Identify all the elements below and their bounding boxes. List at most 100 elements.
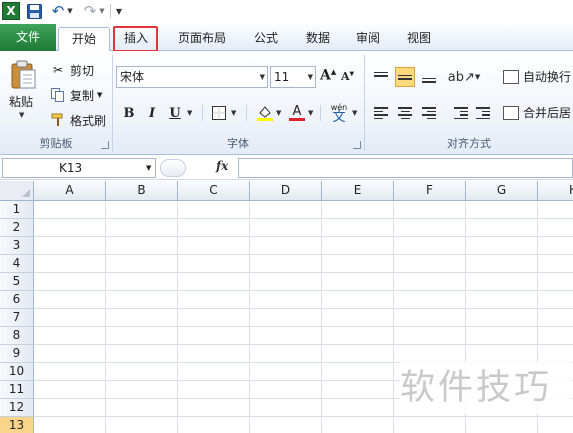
- customize-qat-icon[interactable]: ▼: [114, 2, 124, 20]
- fill-color-dropdown-icon[interactable]: ▼: [276, 109, 281, 117]
- column-header-f[interactable]: F: [394, 181, 466, 201]
- column-header-g[interactable]: G: [466, 181, 538, 201]
- font-launcher-icon[interactable]: [353, 141, 361, 149]
- column-header-e[interactable]: E: [322, 181, 394, 201]
- save-icon[interactable]: [26, 2, 42, 20]
- redo-dropdown-icon[interactable]: ▼: [98, 2, 106, 20]
- column-header-b[interactable]: B: [106, 181, 178, 201]
- shrink-font-icon[interactable]: A▼: [341, 70, 354, 83]
- orientation-icon[interactable]: ab↗ ▼: [448, 67, 481, 87]
- align-right-icon[interactable]: [419, 103, 439, 123]
- decrease-indent-icon[interactable]: [451, 103, 471, 123]
- row-header-3[interactable]: 3: [0, 237, 34, 255]
- row-header-8[interactable]: 8: [0, 327, 34, 345]
- fill-color-icon[interactable]: [256, 103, 274, 123]
- formula-input[interactable]: [238, 158, 573, 178]
- phonetic-dropdown-icon[interactable]: ▼: [352, 109, 357, 117]
- borders-dropdown-icon[interactable]: ▼: [231, 109, 236, 117]
- copy-icon: [50, 87, 66, 103]
- align-center-icon[interactable]: [395, 103, 415, 123]
- row-gridline: [34, 218, 573, 219]
- tab-home[interactable]: 开始: [58, 27, 110, 52]
- tab-page-layout[interactable]: 页面布局: [170, 27, 234, 51]
- font-name-select[interactable]: 宋体 ▼: [116, 66, 268, 88]
- format-painter-label: 格式刷: [70, 113, 107, 128]
- align-left-icon[interactable]: [371, 103, 391, 123]
- undo-icon[interactable]: ↶: [50, 2, 66, 20]
- column-header-c[interactable]: C: [178, 181, 250, 201]
- ribbon-tabs: 文件 开始 插入 页面布局 公式 数据 审阅 视图: [0, 24, 573, 52]
- chevron-down-icon[interactable]: ▼: [308, 67, 313, 87]
- excel-icon[interactable]: X: [2, 2, 20, 20]
- insert-function-button[interactable]: fx: [216, 159, 228, 173]
- redo-icon[interactable]: ↷: [82, 2, 98, 20]
- grow-font-icon[interactable]: A▲: [320, 67, 336, 84]
- row-header-9[interactable]: 9: [0, 345, 34, 363]
- font-size-select[interactable]: 11 ▼: [270, 66, 316, 88]
- clipboard-group-label: 剪贴板: [39, 137, 73, 150]
- format-divider: [320, 105, 321, 121]
- row-header-5[interactable]: 5: [0, 273, 34, 291]
- copy-dropdown-icon[interactable]: ▼: [97, 91, 102, 99]
- tab-data[interactable]: 数据: [296, 27, 340, 51]
- column-header-a[interactable]: A: [34, 181, 106, 201]
- row-header-11[interactable]: 11: [0, 381, 34, 399]
- name-box[interactable]: K13: [2, 158, 156, 178]
- format-painter-button[interactable]: 格式刷: [50, 110, 106, 130]
- row-gridline: [34, 344, 573, 345]
- select-all-button[interactable]: [0, 181, 34, 201]
- italic-button[interactable]: I: [143, 103, 161, 123]
- font-size-value: 11: [274, 70, 290, 84]
- clipboard-launcher-icon[interactable]: [101, 141, 109, 149]
- row-header-6[interactable]: 6: [0, 291, 34, 309]
- formula-bar-resize-handle[interactable]: [160, 159, 186, 177]
- tab-formulas[interactable]: 公式: [244, 27, 288, 51]
- font-group: 宋体 ▼ 11 ▼ A▲ A▼ B I U ▼ ▼ ▼ A ▼ wén 文 ▼ …: [112, 53, 364, 153]
- row-header-10[interactable]: 10: [0, 363, 34, 381]
- phonetic-guide-icon[interactable]: wén 文: [328, 103, 350, 124]
- bold-button[interactable]: B: [120, 103, 138, 123]
- row-header-1[interactable]: 1: [0, 201, 34, 219]
- watermark-text: 软件技巧: [400, 362, 572, 414]
- tab-insert[interactable]: 插入: [114, 27, 158, 51]
- font-color-icon[interactable]: A: [288, 103, 306, 123]
- row-header-12[interactable]: 12: [0, 399, 34, 417]
- row-header-7[interactable]: 7: [0, 309, 34, 327]
- tab-file[interactable]: 文件: [0, 24, 56, 51]
- align-top-icon[interactable]: [371, 67, 391, 87]
- wrap-text-button[interactable]: 自动换行: [503, 68, 571, 85]
- copy-button[interactable]: 复制 ▼: [50, 85, 102, 105]
- clipboard-group: 粘贴 ▼ ✂ 剪切 复制 ▼ 格式刷 剪贴板: [0, 53, 112, 153]
- align-middle-icon[interactable]: [395, 67, 415, 87]
- underline-dropdown-icon[interactable]: ▼: [187, 109, 192, 117]
- column-header-h[interactable]: H: [538, 181, 573, 201]
- tab-view[interactable]: 视图: [397, 27, 441, 51]
- paste-dropdown-icon[interactable]: ▼: [19, 111, 24, 119]
- cut-button[interactable]: ✂ 剪切: [50, 60, 94, 80]
- align-bottom-icon[interactable]: [419, 67, 439, 87]
- merge-center-button[interactable]: 合并后居: [503, 104, 571, 121]
- borders-icon[interactable]: [210, 103, 228, 123]
- paste-button[interactable]: 粘贴: [9, 93, 33, 110]
- increase-indent-icon[interactable]: [473, 103, 493, 123]
- font-color-dropdown-icon[interactable]: ▼: [308, 109, 313, 117]
- column-header-d[interactable]: D: [250, 181, 322, 201]
- row-header-13[interactable]: 13: [0, 417, 34, 433]
- undo-dropdown-icon[interactable]: ▼: [66, 2, 74, 20]
- row-header-2[interactable]: 2: [0, 219, 34, 237]
- row-gridline: [34, 254, 573, 255]
- merge-center-icon: [503, 105, 519, 120]
- row-gridline: [34, 290, 573, 291]
- format-divider: [202, 105, 203, 121]
- underline-button[interactable]: U: [166, 103, 184, 123]
- name-box-dropdown-icon[interactable]: ▼: [146, 164, 151, 172]
- tab-review[interactable]: 审阅: [346, 27, 390, 51]
- ribbon-home: 粘贴 ▼ ✂ 剪切 复制 ▼ 格式刷 剪贴板 宋体 ▼ 11 ▼ A▲ A▼ B…: [0, 51, 573, 155]
- qat-divider: [110, 4, 111, 18]
- paste-icon[interactable]: [10, 60, 38, 90]
- row-gridline: [34, 416, 573, 417]
- chevron-down-icon[interactable]: ▼: [260, 67, 265, 87]
- merge-center-label: 合并后居: [523, 106, 572, 120]
- row-header-4[interactable]: 4: [0, 255, 34, 273]
- wrap-text-label: 自动换行: [523, 70, 572, 84]
